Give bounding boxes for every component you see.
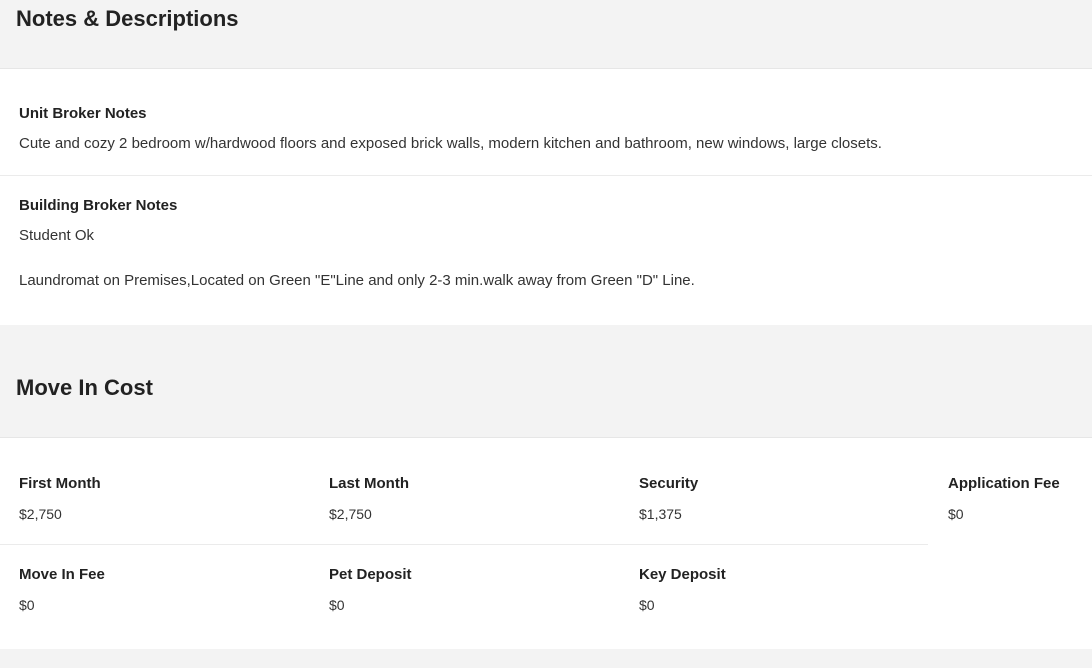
cost-row: Move In Fee $0 Pet Deposit $0 Key Deposi… xyxy=(0,544,1092,649)
cost-label: Pet Deposit xyxy=(329,566,412,583)
cost-row: First Month $2,750 Last Month $2,750 Sec… xyxy=(0,438,1092,544)
cost-value: $0 xyxy=(329,597,345,613)
cost-value: $0 xyxy=(948,506,964,522)
cost-item-move-in-fee: Move In Fee $0 xyxy=(0,566,310,649)
unit-broker-notes-title: Unit Broker Notes xyxy=(19,105,147,122)
notes-section-header: Notes & Descriptions xyxy=(0,0,1092,69)
bottom-gap xyxy=(0,649,1092,668)
cost-item-security: Security $1,375 xyxy=(620,475,929,544)
cost-label: Move In Fee xyxy=(19,566,105,583)
building-broker-notes-line2: Laundromat on Premises,Located on Green … xyxy=(19,272,695,289)
building-broker-notes: Building Broker Notes Student Ok Laundro… xyxy=(0,175,1092,325)
cost-item-pet-deposit: Pet Deposit $0 xyxy=(310,566,620,649)
notes-section-title: Notes & Descriptions xyxy=(16,6,239,31)
cost-item-key-deposit: Key Deposit $0 xyxy=(620,566,929,649)
cost-label: First Month xyxy=(19,475,101,492)
cost-value: $2,750 xyxy=(19,506,62,522)
cost-value: $1,375 xyxy=(639,506,682,522)
move-in-cost-title: Move In Cost xyxy=(16,375,153,400)
cost-value: $0 xyxy=(19,597,35,613)
cost-item-first-month: First Month $2,750 xyxy=(0,475,310,544)
section-gap xyxy=(0,325,1092,359)
notes-section-body: Unit Broker Notes Cute and cozy 2 bedroo… xyxy=(0,69,1092,325)
cost-item-application-fee: Application Fee $0 xyxy=(929,475,1092,544)
cost-item-last-month: Last Month $2,750 xyxy=(310,475,620,544)
move-in-cost-header: Move In Cost xyxy=(0,359,1092,438)
cost-label: Key Deposit xyxy=(639,566,726,583)
move-in-cost-body: First Month $2,750 Last Month $2,750 Sec… xyxy=(0,438,1092,649)
cost-value: $2,750 xyxy=(329,506,372,522)
cost-label: Last Month xyxy=(329,475,409,492)
building-broker-notes-title: Building Broker Notes xyxy=(19,197,178,214)
cost-label: Security xyxy=(639,475,699,492)
cost-value: $0 xyxy=(639,597,655,613)
unit-broker-notes-text: Cute and cozy 2 bedroom w/hardwood floor… xyxy=(19,135,882,152)
unit-broker-notes: Unit Broker Notes Cute and cozy 2 bedroo… xyxy=(0,69,1092,175)
building-broker-notes-line1: Student Ok xyxy=(19,227,95,244)
cost-label: Application Fee xyxy=(948,475,1060,492)
